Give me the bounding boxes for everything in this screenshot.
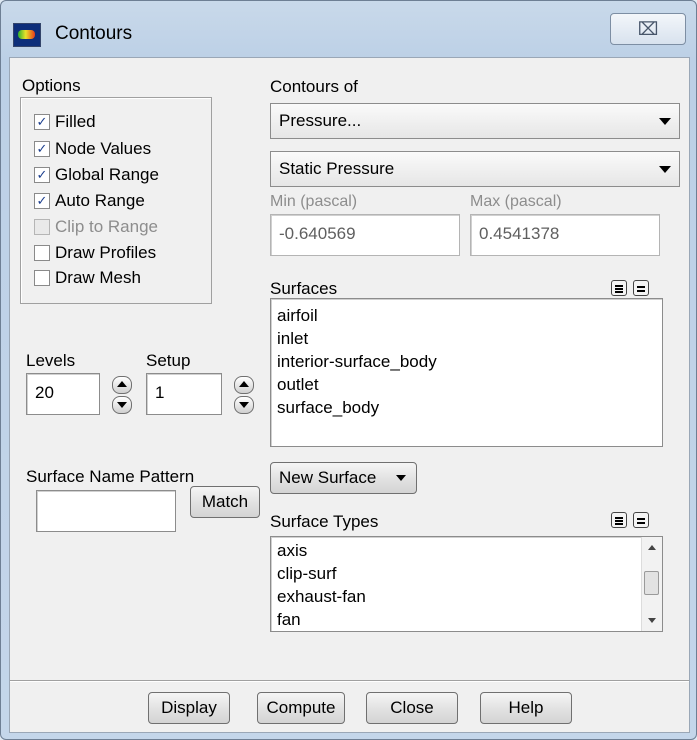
deselect-all-types-icon[interactable] (633, 512, 649, 528)
checkbox-box (34, 219, 50, 235)
button-bar-divider (10, 680, 689, 682)
draw-profiles-label: Draw Profiles (55, 243, 157, 262)
list-item[interactable]: interior-surface_body (271, 350, 662, 373)
setup-stepper[interactable] (234, 376, 254, 414)
list-item[interactable]: surface_body (271, 396, 662, 419)
min-value-field: -0.640569 (270, 214, 460, 256)
window-close-button[interactable]: ⌧ (610, 13, 686, 45)
chevron-down-icon (659, 118, 671, 125)
deselect-all-surfaces-icon[interactable] (633, 280, 649, 296)
filled-label: Filled (55, 112, 96, 131)
contours-of-dropdown[interactable]: Pressure... (270, 103, 680, 139)
window-title: Contours (55, 23, 133, 44)
checkmark-icon: ✓ (34, 114, 50, 130)
options-label: Options (22, 76, 81, 95)
select-all-surfaces-icon[interactable] (611, 280, 627, 296)
help-button[interactable]: Help (480, 692, 572, 724)
levels-stepper[interactable] (112, 376, 132, 414)
increment-icon[interactable] (234, 376, 254, 394)
surface-types-list[interactable]: axis clip-surf exhaust-fan fan (270, 536, 663, 632)
surface-name-pattern-label: Surface Name Pattern (26, 467, 195, 486)
list-item[interactable]: axis (271, 539, 662, 562)
max-label: Max (pascal) (470, 193, 562, 210)
scroll-up-icon[interactable] (648, 545, 656, 550)
chevron-down-icon (396, 475, 406, 481)
list-item[interactable]: exhaust-fan (271, 585, 662, 608)
surfaces-label: Surfaces (270, 279, 338, 298)
title-bar[interactable]: Contours ⌧ (1, 1, 696, 57)
surfaces-list[interactable]: airfoil inlet interior-surface_body outl… (270, 298, 663, 447)
levels-label: Levels (26, 351, 76, 370)
increment-icon[interactable] (112, 376, 132, 394)
list-item[interactable]: clip-surf (271, 562, 662, 585)
surface-name-pattern-input[interactable] (36, 490, 176, 532)
close-button[interactable]: Close (366, 692, 458, 724)
match-button[interactable]: Match (190, 486, 260, 518)
auto-range-label: Auto Range (55, 191, 145, 210)
list-item[interactable]: airfoil (271, 304, 662, 327)
contours-subvariable-dropdown[interactable]: Static Pressure (270, 151, 680, 187)
checkmark-icon: ✓ (34, 141, 50, 157)
list-item[interactable]: fan (271, 608, 662, 631)
chevron-down-icon (659, 166, 671, 173)
contours-of-label: Contours of (270, 77, 358, 96)
checkbox-box (34, 245, 50, 261)
checkbox-box (34, 270, 50, 286)
setup-input[interactable]: 1 (146, 373, 222, 415)
surface-types-scrollbar[interactable] (641, 537, 662, 631)
display-button[interactable]: Display (148, 692, 230, 724)
contours-of-value: Pressure... (279, 111, 362, 130)
scroll-down-icon[interactable] (648, 618, 656, 623)
global-range-checkbox[interactable]: ✓ Global Range (34, 164, 159, 186)
node-values-label: Node Values (55, 139, 152, 158)
dialog-body: Options ✓ Filled ✓ Node Values ✓ Global … (9, 57, 690, 733)
max-value-field: 0.4541378 (470, 214, 660, 256)
decrement-icon[interactable] (234, 396, 254, 414)
new-surface-label: New Surface (279, 468, 377, 487)
auto-range-checkbox[interactable]: ✓ Auto Range (34, 190, 145, 212)
list-item[interactable]: outlet (271, 373, 662, 396)
checkmark-icon: ✓ (34, 193, 50, 209)
setup-label: Setup (146, 351, 191, 370)
clip-to-range-label: Clip to Range (55, 217, 159, 236)
compute-button[interactable]: Compute (257, 692, 345, 724)
contours-app-icon (13, 23, 41, 47)
levels-input[interactable]: 20 (26, 373, 100, 415)
close-icon: ⌧ (637, 19, 659, 39)
new-surface-button[interactable]: New Surface (270, 462, 417, 494)
global-range-label: Global Range (55, 165, 159, 184)
node-values-checkbox[interactable]: ✓ Node Values (34, 138, 151, 160)
contours-subvariable-value: Static Pressure (279, 159, 395, 178)
draw-profiles-checkbox[interactable]: Draw Profiles (34, 242, 156, 264)
draw-mesh-label: Draw Mesh (55, 268, 141, 287)
min-label: Min (pascal) (270, 193, 358, 210)
draw-mesh-checkbox[interactable]: Draw Mesh (34, 267, 141, 289)
filled-checkbox[interactable]: ✓ Filled (34, 111, 96, 133)
select-all-types-icon[interactable] (611, 512, 627, 528)
list-item[interactable]: inlet (271, 327, 662, 350)
scroll-thumb[interactable] (644, 571, 659, 595)
clip-to-range-checkbox: Clip to Range (34, 216, 158, 238)
surface-types-label: Surface Types (270, 512, 379, 531)
decrement-icon[interactable] (112, 396, 132, 414)
contours-dialog: Contours ⌧ Options ✓ Filled ✓ Node Value… (0, 0, 697, 740)
checkmark-icon: ✓ (34, 167, 50, 183)
